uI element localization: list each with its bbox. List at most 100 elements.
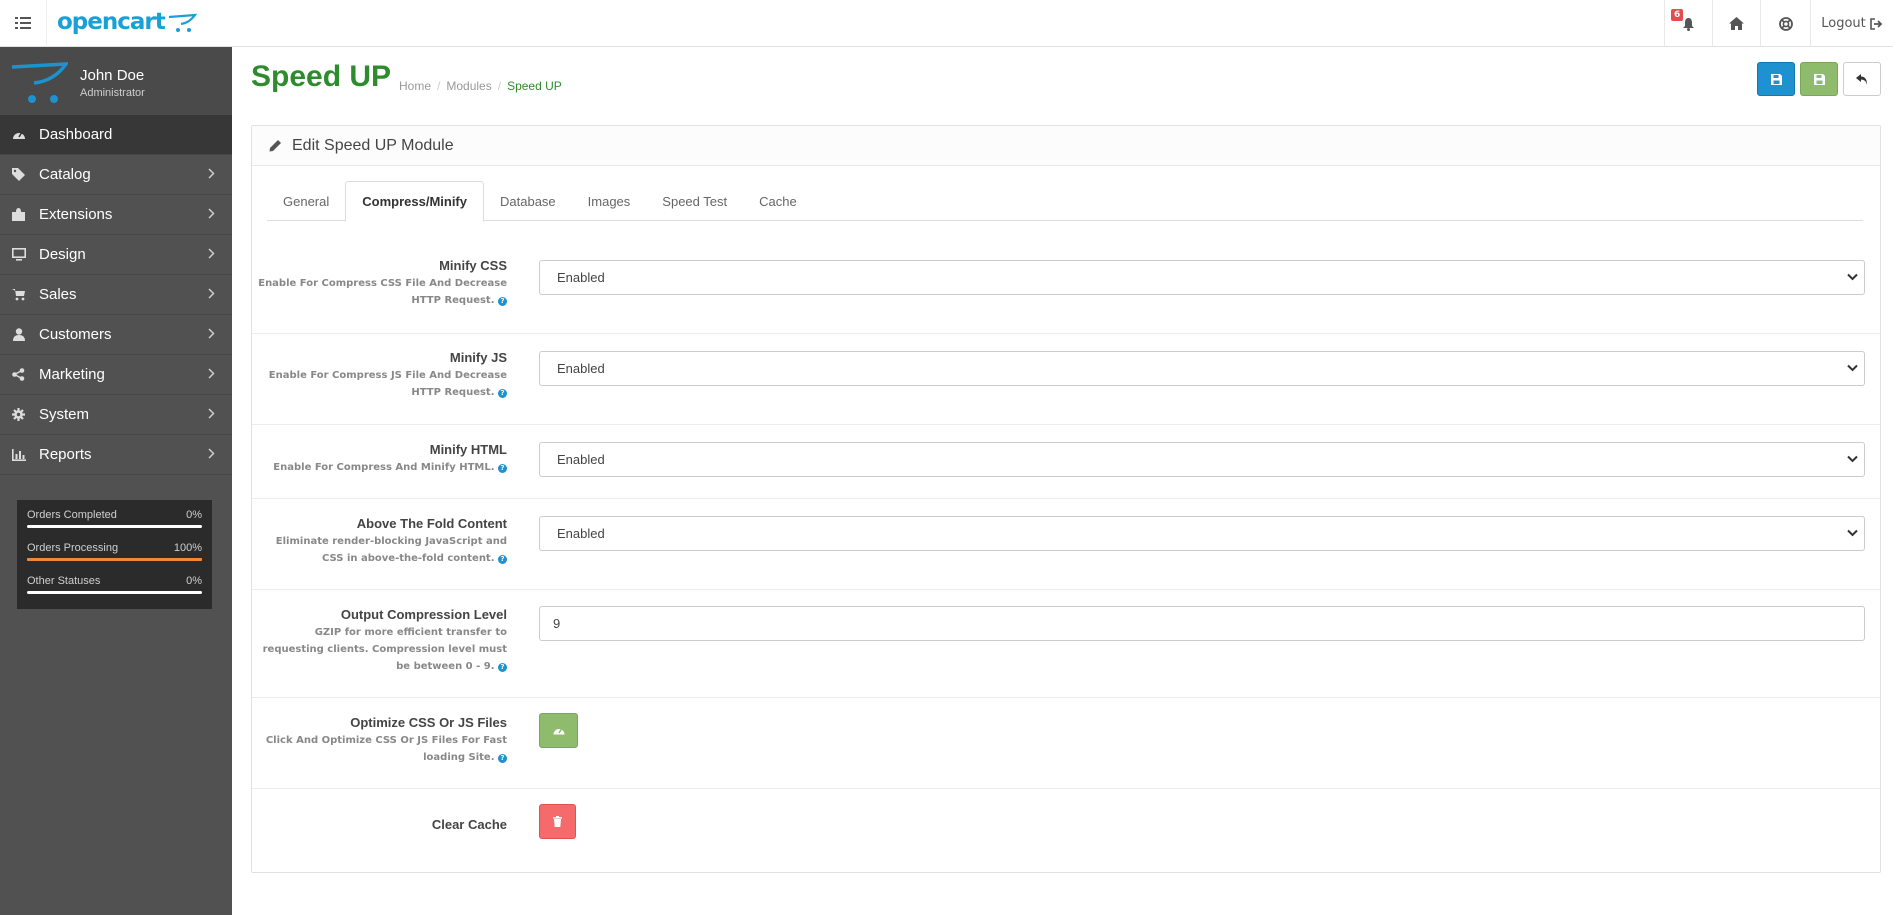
sidebar-item-label: Dashboard [39,126,113,143]
sidebar-item-extensions[interactable]: Extensions [0,195,232,235]
breadcrumb-current-link[interactable]: Speed UP [507,79,562,93]
minify-js-select[interactable]: Enabled [539,351,1865,386]
form-row-minify-js: Minify JS Enable For Compress JS File An… [252,334,1880,425]
menu-toggle-button[interactable] [0,0,47,47]
share-icon [11,368,26,382]
input-value: 9 [553,616,561,631]
sidebar-item-design[interactable]: Design [0,235,232,275]
user-icon [11,328,26,342]
field-title: Minify JS [449,350,507,365]
stat-progress-bar [27,591,202,594]
top-header: opencart 6 Logout [0,0,1893,47]
floppy-disk-icon [1770,73,1782,85]
tab-cache[interactable]: Cache [743,181,813,221]
form-row-minify-html: Minify HTML Enable For Compress And Mini… [252,425,1880,499]
field-help: Eliminate render-blocking JavaScript and… [257,533,507,567]
field-title: Output Compression Level [340,607,507,622]
sidebar-item-label: Catalog [39,166,91,183]
breadcrumb-separator: / [497,79,502,93]
tab-images[interactable]: Images [572,181,647,221]
field-help: Enable For Compress CSS File And Decreas… [257,275,507,309]
select-value: Enabled [557,526,605,541]
logout-button[interactable]: Logout [1810,0,1893,47]
compression-level-input[interactable]: 9 [539,606,1865,641]
field-label: Minify CSS Enable For Compress CSS File … [257,258,507,309]
stat-value: 0% [186,575,202,587]
floppy-disk-icon [1813,73,1825,85]
sidebar-item-marketing[interactable]: Marketing [0,355,232,395]
tab-general[interactable]: General [267,181,345,221]
stat-label: Orders Completed [27,509,117,521]
user-name: John Doe [80,67,145,84]
chevron-right-icon [208,208,215,219]
stat-other-statuses: Other Statuses 0% [27,575,202,594]
sidebar-item-label: Design [39,246,86,263]
question-circle-icon[interactable]: ? [498,555,507,564]
clear-cache-button[interactable] [539,804,576,839]
form-row-above-the-fold: Above The Fold Content Eliminate render-… [252,499,1880,590]
form-row-optimize-files: Optimize CSS Or JS Files Click And Optim… [252,698,1880,789]
cart-logo-icon [168,13,197,32]
question-circle-icon[interactable]: ? [498,297,507,306]
field-help: Enable For Compress And Minify HTML. ? [257,459,507,476]
tab-speed-test[interactable]: Speed Test [646,181,743,221]
sidebar-item-catalog[interactable]: Catalog [0,155,232,195]
sidebar-item-system[interactable]: System [0,395,232,435]
question-circle-icon[interactable]: ? [498,663,507,672]
question-circle-icon[interactable]: ? [498,464,507,473]
field-title: Above The Fold Content [356,516,507,531]
main-navigation: Dashboard Catalog Extensions Design Sale… [0,115,232,475]
sidebar-item-reports[interactable]: Reports [0,435,232,475]
field-label: Output Compression Level GZIP for more e… [257,607,507,675]
question-circle-icon[interactable]: ? [498,754,507,763]
sidebar-item-dashboard[interactable]: Dashboard [0,115,232,155]
above-the-fold-select[interactable]: Enabled [539,516,1865,551]
tab-database[interactable]: Database [484,181,572,221]
chevron-down-icon [1847,529,1858,537]
dashboard-icon [553,728,564,735]
field-title: Minify CSS [439,258,507,273]
minify-html-select[interactable]: Enabled [539,442,1865,477]
back-button[interactable] [1843,62,1881,96]
home-icon [1729,17,1744,30]
avatar [11,62,68,103]
form-row-minify-css: Minify CSS Enable For Compress CSS File … [252,236,1880,334]
help-text: Enable For Compress CSS File And Decreas… [258,278,507,306]
breadcrumb-modules-link[interactable]: Modules [446,79,491,93]
sidebar-item-sales[interactable]: Sales [0,275,232,315]
help-text: Eliminate render-blocking JavaScript and… [275,536,507,564]
stat-label: Orders Processing [27,542,119,554]
help-text: Click And Optimize CSS Or JS Files For F… [265,735,507,763]
select-value: Enabled [557,361,605,376]
breadcrumb-home-link[interactable]: Home [399,79,431,93]
notifications-button[interactable] [1664,0,1712,47]
chevron-down-icon [1847,364,1858,372]
field-title: Optimize CSS Or JS Files [350,715,507,730]
stat-orders-processing: Orders Processing 100% [27,542,202,561]
save-button[interactable] [1757,62,1795,96]
stat-progress-fill [27,558,202,561]
question-circle-icon[interactable]: ? [498,389,507,398]
gear-icon [11,408,26,422]
chevron-right-icon [208,328,215,339]
minify-css-select[interactable]: Enabled [539,260,1865,295]
stat-progress-bar [27,525,202,528]
sidebar-item-customers[interactable]: Customers [0,315,232,355]
stat-value: 0% [186,509,202,521]
user-profile[interactable]: John Doe Administrator [0,47,232,115]
home-button[interactable] [1712,0,1760,47]
tab-compress-minify[interactable]: Compress/Minify [345,181,484,222]
opencart-logo[interactable]: opencart [57,9,197,35]
edit-module-panel: Edit Speed UP Module General Compress/Mi… [251,125,1881,873]
chevron-right-icon [208,168,215,179]
field-title: Minify HTML [429,442,507,457]
select-value: Enabled [557,270,605,285]
chevron-down-icon [1847,273,1858,281]
optimize-files-button[interactable] [539,713,578,748]
help-button[interactable] [1760,0,1810,47]
select-value: Enabled [557,452,605,467]
field-help: Click And Optimize CSS Or JS Files For F… [257,732,507,766]
save-and-stay-button[interactable] [1800,62,1838,96]
stat-value: 100% [173,542,202,554]
chevron-down-icon [1847,455,1858,463]
